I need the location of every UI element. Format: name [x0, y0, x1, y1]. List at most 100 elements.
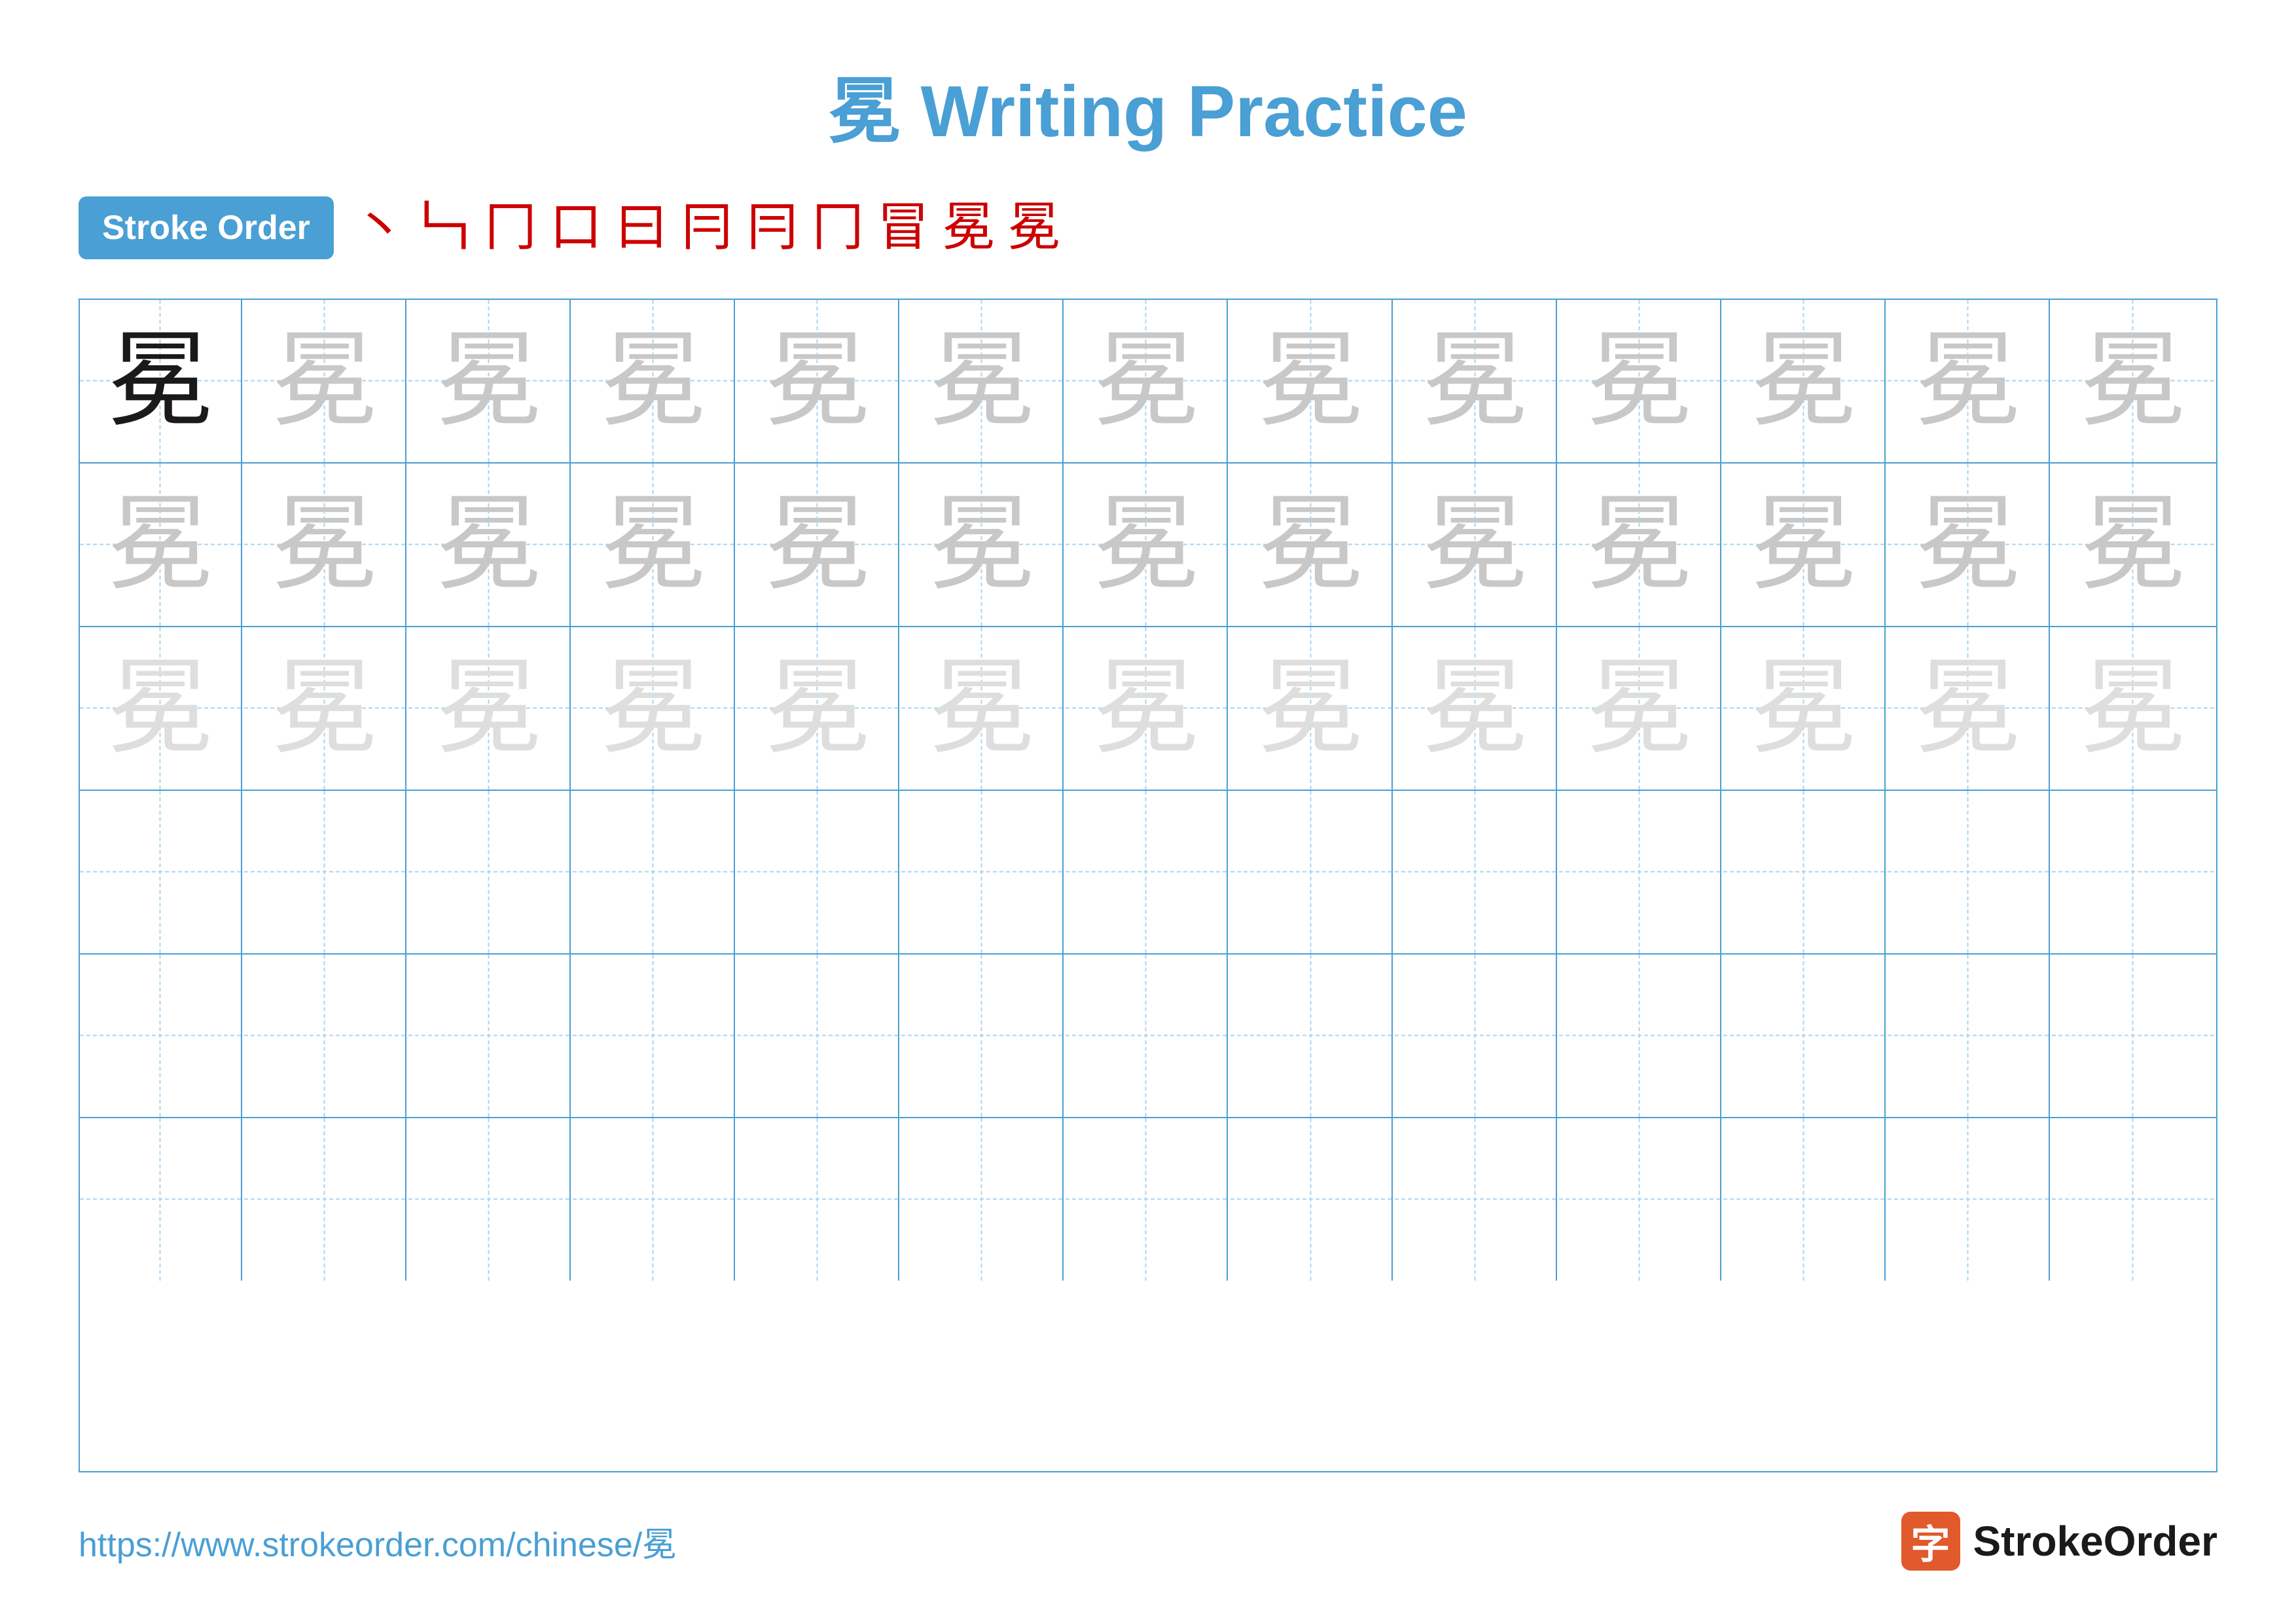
- cell-1-10: 冕: [1559, 300, 1721, 462]
- cell-1-7: 冕: [1066, 300, 1228, 462]
- cell-3-5: 冕: [737, 627, 899, 790]
- cell-4-2[interactable]: [244, 791, 406, 953]
- cell-6-7[interactable]: [1066, 1118, 1228, 1281]
- cell-6-11[interactable]: [1723, 1118, 1886, 1281]
- logo-icon: 字: [1901, 1512, 1960, 1571]
- cell-5-9[interactable]: [1395, 955, 1557, 1117]
- cell-3-13: 冕: [2052, 627, 2214, 790]
- grid-row-3: 冕 冕 冕 冕 冕 冕 冕 冕 冕 冕 冕 冕 冕: [80, 627, 2216, 791]
- cell-6-10[interactable]: [1559, 1118, 1721, 1281]
- cell-3-6: 冕: [901, 627, 1064, 790]
- cell-6-4[interactable]: [573, 1118, 735, 1281]
- cell-1-2: 冕: [244, 300, 406, 462]
- cell-1-11: 冕: [1723, 300, 1886, 462]
- grid-row-5: [80, 955, 2216, 1118]
- cell-3-1: 冕: [80, 627, 242, 790]
- cell-1-1: 冕: [80, 300, 242, 462]
- cell-4-11[interactable]: [1723, 791, 1886, 953]
- cell-3-12: 冕: [1888, 627, 2050, 790]
- cell-2-7: 冕: [1066, 464, 1228, 626]
- cell-4-7[interactable]: [1066, 791, 1228, 953]
- page-title: 冕 Writing Practice: [829, 52, 1467, 157]
- cell-6-1[interactable]: [80, 1118, 242, 1281]
- stroke-7: 冃: [746, 202, 798, 254]
- grid-row-1: 冕 冕 冕 冕 冕 冕 冕 冕 冕 冕 冕 冕 冕: [80, 300, 2216, 464]
- cell-4-1[interactable]: [80, 791, 242, 953]
- cell-2-5: 冕: [737, 464, 899, 626]
- stroke-order-row: Stroke Order 丶 𠃑 冂 口 曰 冃 冃 冂 冒 冕 冕: [79, 196, 2217, 259]
- cell-6-13[interactable]: [2052, 1118, 2214, 1281]
- cell-5-13[interactable]: [2052, 955, 2214, 1117]
- practice-grid: 冕 冕 冕 冕 冕 冕 冕 冕 冕 冕 冕 冕 冕 冕 冕 冕 冕 冕 冕 冕 …: [79, 299, 2217, 1472]
- cell-3-9: 冕: [1395, 627, 1557, 790]
- cell-1-6: 冕: [901, 300, 1064, 462]
- logo-text: StrokeOrder: [1973, 1517, 2217, 1565]
- cell-4-13[interactable]: [2052, 791, 2214, 953]
- cell-6-9[interactable]: [1395, 1118, 1557, 1281]
- cell-5-2[interactable]: [244, 955, 406, 1117]
- cell-2-10: 冕: [1559, 464, 1721, 626]
- cell-5-7[interactable]: [1066, 955, 1228, 1117]
- cell-4-5[interactable]: [737, 791, 899, 953]
- cell-6-6[interactable]: [901, 1118, 1064, 1281]
- cell-6-2[interactable]: [244, 1118, 406, 1281]
- char-dark: 冕: [108, 329, 213, 433]
- cell-2-11: 冕: [1723, 464, 1886, 626]
- cell-4-3[interactable]: [408, 791, 571, 953]
- cell-2-9: 冕: [1395, 464, 1557, 626]
- cell-2-1: 冕: [80, 464, 242, 626]
- cell-5-12[interactable]: [1888, 955, 2050, 1117]
- cell-5-5[interactable]: [737, 955, 899, 1117]
- grid-row-4: [80, 791, 2216, 955]
- cell-2-13: 冕: [2052, 464, 2214, 626]
- cell-1-3: 冕: [408, 300, 571, 462]
- cell-2-6: 冕: [901, 464, 1064, 626]
- cell-6-8[interactable]: [1230, 1118, 1393, 1281]
- cell-3-8: 冕: [1230, 627, 1393, 790]
- stroke-1: 丶: [353, 202, 406, 254]
- footer-url: https://www.strokeorder.com/chinese/冕: [79, 1517, 676, 1566]
- cell-3-2: 冕: [244, 627, 406, 790]
- grid-row-6: [80, 1118, 2216, 1281]
- cell-1-4: 冕: [573, 300, 735, 462]
- cell-5-3[interactable]: [408, 955, 571, 1117]
- cell-4-4[interactable]: [573, 791, 735, 953]
- cell-1-5: 冕: [737, 300, 899, 462]
- cell-3-3: 冕: [408, 627, 571, 790]
- cell-6-12[interactable]: [1888, 1118, 2050, 1281]
- stroke-3: 冂: [484, 202, 537, 254]
- cell-5-1[interactable]: [80, 955, 242, 1117]
- stroke-9: 冒: [877, 202, 929, 254]
- stroke-order-badge: Stroke Order: [79, 196, 334, 259]
- cell-3-11: 冕: [1723, 627, 1886, 790]
- cell-2-4: 冕: [573, 464, 735, 626]
- stroke-4: 口: [550, 202, 602, 254]
- cell-5-8[interactable]: [1230, 955, 1393, 1117]
- stroke-10: 冕: [942, 202, 995, 254]
- cell-4-12[interactable]: [1888, 791, 2050, 953]
- cell-4-8[interactable]: [1230, 791, 1393, 953]
- cell-3-7: 冕: [1066, 627, 1228, 790]
- stroke-8: 冂: [812, 202, 864, 254]
- cell-6-3[interactable]: [408, 1118, 571, 1281]
- title-char: 冕: [829, 71, 901, 152]
- cell-2-2: 冕: [244, 464, 406, 626]
- cell-5-10[interactable]: [1559, 955, 1721, 1117]
- stroke-sequence: 丶 𠃑 冂 口 曰 冃 冃 冂 冒 冕 冕: [353, 202, 1060, 254]
- cell-5-6[interactable]: [901, 955, 1064, 1117]
- cell-4-9[interactable]: [1395, 791, 1557, 953]
- char-medium: 冕: [272, 329, 377, 433]
- cell-5-4[interactable]: [573, 955, 735, 1117]
- grid-row-2: 冕 冕 冕 冕 冕 冕 冕 冕 冕 冕 冕 冕 冕: [80, 464, 2216, 627]
- footer-logo: 字 StrokeOrder: [1901, 1512, 2217, 1571]
- page: 冕 Writing Practice Stroke Order 丶 𠃑 冂 口 …: [0, 0, 2296, 1623]
- title-text: Writing Practice: [921, 71, 1467, 152]
- cell-4-10[interactable]: [1559, 791, 1721, 953]
- stroke-11: 冕: [1008, 202, 1060, 254]
- cell-4-6[interactable]: [901, 791, 1064, 953]
- cell-1-8: 冕: [1230, 300, 1393, 462]
- cell-6-5[interactable]: [737, 1118, 899, 1281]
- cell-5-11[interactable]: [1723, 955, 1886, 1117]
- cell-1-13: 冕: [2052, 300, 2214, 462]
- cell-1-12: 冕: [1888, 300, 2050, 462]
